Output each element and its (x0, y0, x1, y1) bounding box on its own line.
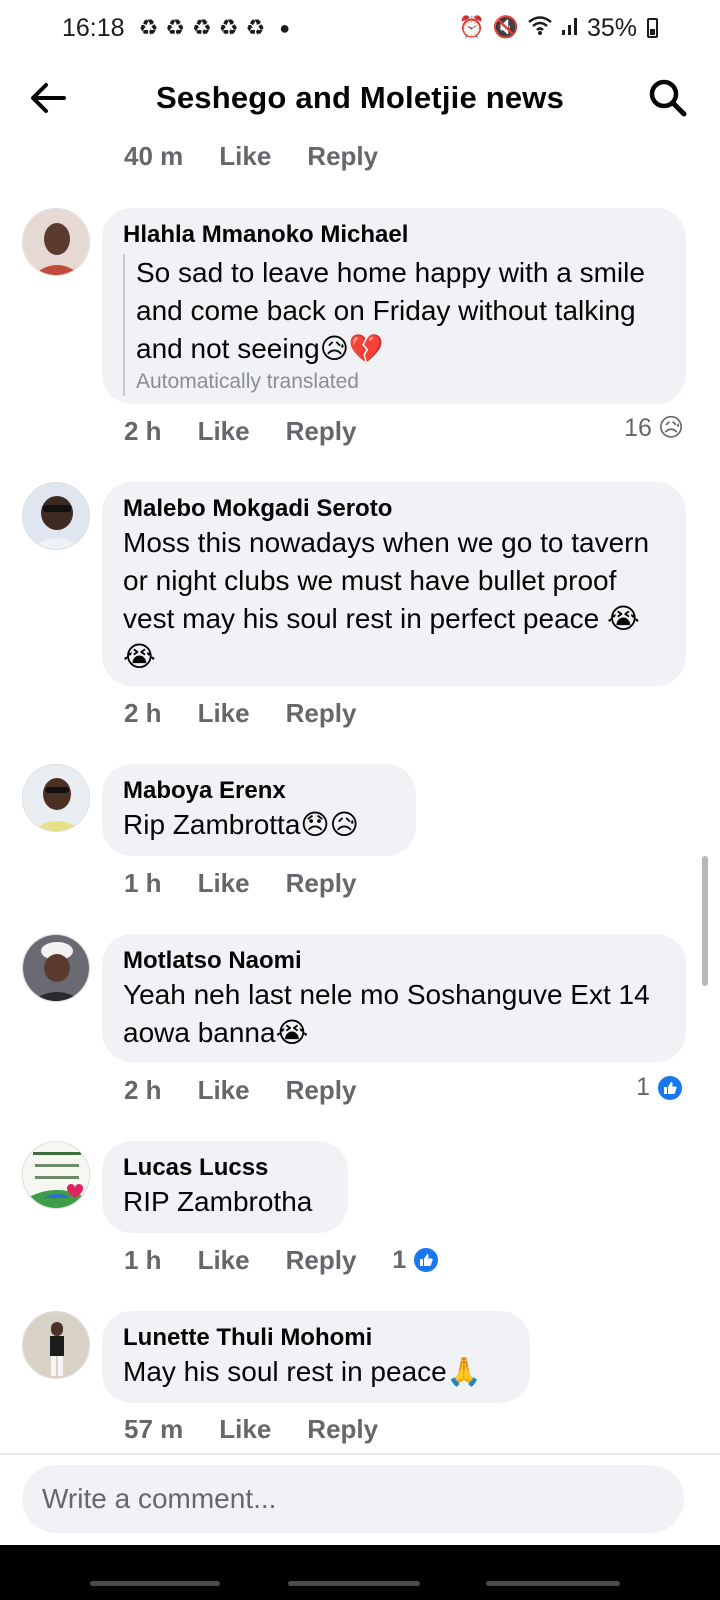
recycle-icon: ♻ (138, 15, 159, 40)
reply-button[interactable]: Reply (286, 1075, 357, 1106)
comment-time: 2 h (124, 415, 162, 446)
comment-author[interactable]: Motlatso Naomi (123, 946, 666, 976)
comment-text: Rip Zambrotta😞😥 (123, 809, 359, 840)
comment-time: 2 h (124, 1074, 162, 1105)
status-time: 16:18 (62, 13, 125, 42)
comment-text: So sad to leave home happy with a smile … (136, 257, 645, 364)
comment-author[interactable]: Lucas Lucss (123, 1153, 328, 1183)
avatar[interactable] (22, 482, 90, 550)
app-header: Seshego and Moletjie news (0, 56, 720, 140)
like-button[interactable]: Like (198, 868, 250, 899)
avatar[interactable] (22, 764, 90, 832)
comment-author[interactable]: Malebo Mokgadi Seroto (123, 494, 666, 524)
composer-divider (0, 1453, 720, 1455)
reply-button[interactable]: Reply (286, 1245, 357, 1276)
comment-author[interactable]: Hlahla Mmanoko Michael (123, 220, 666, 250)
recycle-icon: ♻ (165, 15, 186, 40)
avatar[interactable] (22, 208, 90, 276)
system-navigation-bar (0, 1545, 720, 1600)
recycle-icon: ♻ (245, 15, 266, 40)
sad-reaction-icon: 😥 (657, 414, 684, 442)
comment-time: 57 m (124, 1413, 184, 1444)
avatar[interactable] (22, 934, 90, 1002)
like-button[interactable]: Like (198, 416, 250, 447)
comment-meta-row: 40 m Like Reply (124, 136, 378, 176)
comment-bubble: Malebo Mokgadi Seroto Moss this nowadays… (102, 482, 686, 686)
reaction-count: 16 (624, 413, 652, 442)
comment-text: Moss this nowadays when we go to tavern … (123, 527, 650, 672)
nav-home-handle[interactable] (288, 1581, 420, 1586)
like-button[interactable]: Like (219, 1414, 271, 1445)
more-notifications-dot-icon: ● (279, 17, 291, 38)
comment-meta-row: 2 h Like Reply (124, 411, 356, 451)
comment-time: 2 h (124, 697, 162, 728)
comment-meta-row: 1 h Like Reply (124, 863, 356, 903)
comment-bubble: Hlahla Mmanoko Michael So sad to leave h… (102, 208, 686, 404)
comment-input[interactable] (22, 1465, 684, 1533)
comment-text: RIP Zambrotha (123, 1186, 313, 1217)
avatar[interactable] (22, 1141, 90, 1209)
reaction-summary[interactable]: 1 (636, 1073, 684, 1102)
comment-text: May his soul rest in peace🙏 (123, 1356, 482, 1387)
page-title: Seshego and Moletjie news (155, 80, 565, 115)
reaction-summary[interactable]: 16 😥 (624, 413, 684, 443)
status-bar: 16:18 ♻ ♻ ♻ ♻ ♻ ● ⏰ 🔇 35% (0, 0, 720, 56)
recycle-icon: ♻ (218, 15, 239, 40)
comment-author[interactable]: Maboya Erenx (123, 776, 396, 806)
comment-time: 1 h (124, 867, 162, 898)
like-button[interactable]: Like (198, 1075, 250, 1106)
comment-time: 1 h (124, 1244, 162, 1275)
comment-bubble: Lucas Lucss RIP Zambrotha (102, 1141, 348, 1233)
reply-button[interactable]: Reply (307, 141, 378, 172)
comment-meta-row: 57 m Like Reply (124, 1409, 378, 1449)
reaction-count: 1 (636, 1073, 650, 1101)
comment-bubble: Motlatso Naomi Yeah neh last nele mo Sos… (102, 934, 686, 1062)
battery-icon (647, 18, 658, 38)
comment-bubble: Maboya Erenx Rip Zambrotta😞😥 (102, 764, 416, 856)
wifi-icon (527, 14, 553, 43)
reply-button[interactable]: Reply (286, 416, 357, 447)
comment-bubble: Lunette Thuli Mohomi May his soul rest i… (102, 1311, 530, 1403)
comment-meta-row: 1 h Like Reply 1 (124, 1240, 441, 1280)
alarm-icon: ⏰ (458, 16, 485, 39)
like-reaction-icon (412, 1246, 441, 1274)
like-button[interactable]: Like (198, 1245, 250, 1276)
scrollbar-thumb[interactable] (702, 856, 708, 986)
back-arrow-icon[interactable] (26, 76, 70, 120)
comment-time: 40 m (124, 140, 184, 171)
comment-text: Yeah neh last nele mo Soshanguve Ext 14 … (123, 979, 650, 1048)
like-button[interactable]: Like (198, 698, 250, 729)
recycle-icon: ♻ (192, 15, 212, 40)
reply-button[interactable]: Reply (286, 868, 357, 899)
nav-back-handle[interactable] (486, 1581, 620, 1586)
reaction-count: 1 (392, 1245, 407, 1274)
translated-block: So sad to leave home happy with a smile … (123, 254, 666, 396)
reply-button[interactable]: Reply (286, 698, 357, 729)
comment-meta-row: 2 h Like Reply (124, 693, 356, 733)
nav-recents-handle[interactable] (90, 1581, 220, 1586)
translation-note: Automatically translated (136, 370, 359, 393)
avatar[interactable] (22, 1311, 90, 1379)
like-reaction-icon (656, 1073, 684, 1102)
comment-meta-row: 2 h Like Reply (124, 1070, 356, 1110)
mute-icon: 🔇 (492, 16, 519, 39)
notification-icons: ♻ ♻ ♻ ♻ ♻ (139, 17, 266, 39)
like-button[interactable]: Like (219, 141, 271, 172)
system-status: ⏰ 🔇 35% (459, 14, 658, 43)
battery-percent: 35% (586, 13, 637, 42)
reaction-summary[interactable]: 1 (392, 1245, 441, 1275)
comment-author[interactable]: Lunette Thuli Mohomi (123, 1323, 510, 1353)
search-icon[interactable] (646, 76, 690, 120)
signal-icon (561, 14, 579, 43)
reply-button[interactable]: Reply (307, 1414, 378, 1445)
